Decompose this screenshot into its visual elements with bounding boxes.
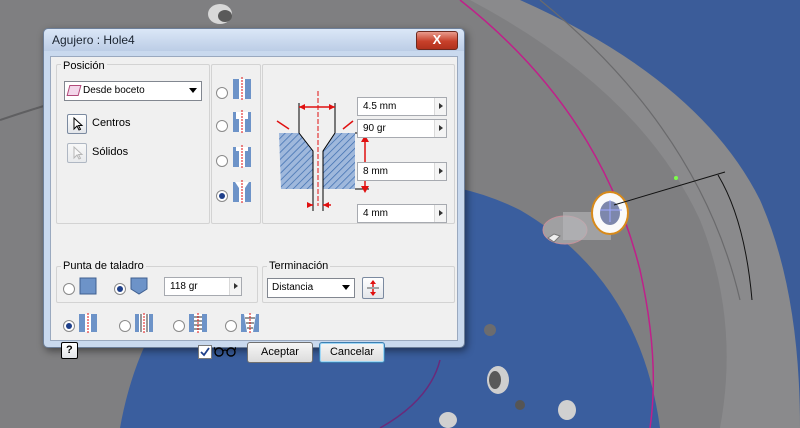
hole-diameter-field[interactable]: 4 mm [357,204,447,223]
solidos-button[interactable] [67,143,87,163]
radio-hole-spotface[interactable] [216,155,228,167]
radio-tip-angle[interactable] [114,283,126,295]
cursor-arrow-icon [73,116,84,131]
counterbore-hole-icon [233,110,251,134]
value-spinner[interactable] [434,98,446,115]
radio-hole-countersink[interactable] [216,190,228,202]
tapped-hole-icon [189,313,207,333]
clearance-hole-icon [135,313,153,333]
flat-tip-icon [79,277,97,295]
radio-hole-taper-tapped[interactable] [225,320,237,332]
radio-hole-tapped[interactable] [173,320,185,332]
diameter-value: 4.5 mm [363,101,397,112]
preview-checkbox[interactable] [198,345,212,359]
flip-direction-icon [367,280,379,296]
hole-dialog: Agujero : Hole4 X Posición Desde boceto … [43,28,465,363]
help-button[interactable]: ? [61,342,78,359]
simple-hole-icon [233,77,251,101]
flip-direction-button[interactable] [362,277,384,299]
placement-dropdown[interactable]: Desde boceto [64,81,202,101]
radio-hole-counterbore[interactable] [216,120,228,132]
radio-hole-simple[interactable] [216,87,228,99]
hole-diameter-value: 4 mm [363,208,388,219]
radio-hole-clearance[interactable] [119,320,131,332]
termination-value: Distancia [272,282,314,293]
drilled-hole-icon [79,313,97,333]
close-button[interactable]: X [416,31,458,50]
punta-label: Punta de taladro [61,260,146,272]
centros-label: Centros [92,117,131,129]
diameter-field[interactable]: 4.5 mm [357,97,447,116]
countersink-hole-icon [233,180,251,204]
value-spinner[interactable] [434,163,446,180]
cancel-button[interactable]: Cancelar [319,342,385,363]
terminacion-label: Terminación [267,260,331,272]
value-spinner[interactable] [434,120,446,137]
radio-hole-drilled[interactable] [63,320,75,332]
placement-value: Desde boceto [83,85,145,96]
depth-field[interactable]: 8 mm [357,162,447,181]
dialog-titlebar[interactable]: Agujero : Hole4 X [44,29,464,51]
angle-tip-icon [130,277,148,295]
taper-tapped-hole-icon [241,313,259,333]
tip-angle-value: 118 gr [170,281,198,292]
tip-angle-field[interactable]: 118 gr [164,277,242,296]
radio-tip-flat[interactable] [63,283,75,295]
cursor-arrow-icon [73,145,84,160]
value-spinner[interactable] [229,278,241,295]
accept-button[interactable]: Aceptar [247,342,313,363]
spotface-hole-icon [233,145,251,169]
posicion-label: Posición [61,60,107,72]
angle-field[interactable]: 90 gr [357,119,447,138]
centros-button[interactable] [67,114,87,134]
depth-value: 8 mm [363,166,388,177]
chevron-down-icon [189,88,197,93]
solidos-label: Sólidos [92,146,129,158]
dialog-body: Posición Desde boceto Centros Sólidos 4.… [50,56,458,363]
termination-dropdown[interactable]: Distancia [267,278,355,298]
angle-value: 90 gr [363,123,386,134]
value-spinner[interactable] [434,205,446,222]
sketch-icon [66,85,82,96]
help-icon: ? [66,344,73,356]
check-icon [200,347,210,357]
countersink-section-diagram [276,91,369,211]
chevron-down-icon [342,285,350,290]
glasses-icon [214,346,236,357]
dialog-title: Agujero : Hole4 [52,33,135,47]
